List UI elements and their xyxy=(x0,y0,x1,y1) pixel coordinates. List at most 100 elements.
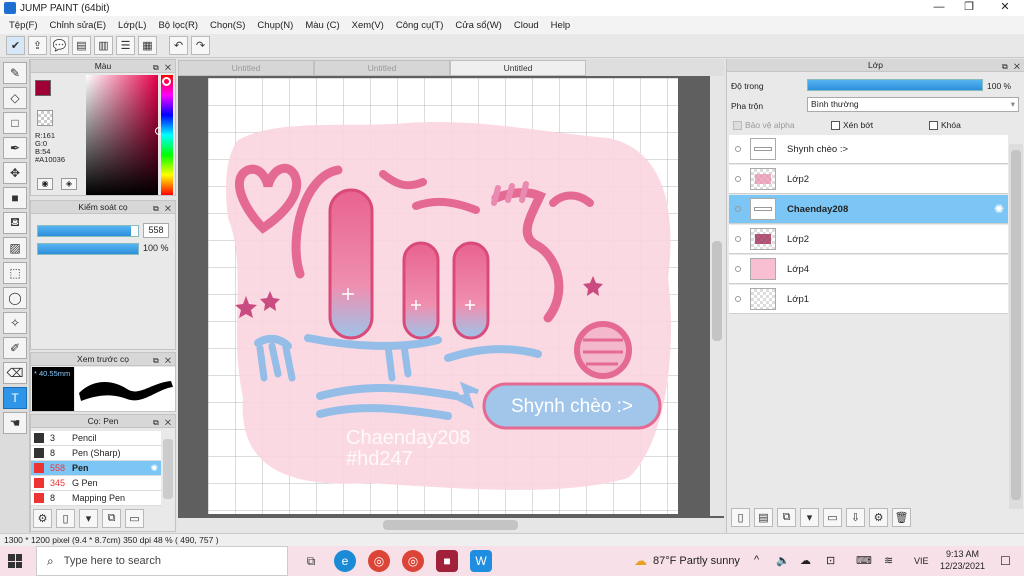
transparent-color-swatch[interactable] xyxy=(37,110,53,126)
game-app-icon[interactable]: ■ xyxy=(436,550,458,572)
layer-row[interactable]: Lớp2 xyxy=(729,225,1008,254)
lasso-tool-icon[interactable]: ◯ xyxy=(3,287,27,309)
move-tool-icon[interactable]: ✥ xyxy=(3,162,27,184)
panel-window-buttons[interactable]: ⧉ ✕ xyxy=(153,354,173,367)
protect-alpha-checkbox[interactable] xyxy=(733,120,742,130)
visibility-eye-icon[interactable] xyxy=(735,146,741,152)
brush-size-value[interactable]: 558 xyxy=(143,223,169,238)
edge-browser-icon[interactable]: e xyxy=(334,550,356,572)
brush-folder-icon[interactable]: ▭ xyxy=(125,509,144,528)
check-icon[interactable]: ✔ xyxy=(6,36,25,55)
brush-tool-icon[interactable]: ✎ xyxy=(3,62,27,84)
menu-layer[interactable]: Lớp(L) xyxy=(112,20,152,31)
chrome-browser-icon[interactable]: ◎ xyxy=(368,550,390,572)
grid-icon[interactable]: ▦ xyxy=(138,36,157,55)
keyboard-icon[interactable]: ⌨ xyxy=(856,554,872,567)
horizontal-scroll-thumb[interactable] xyxy=(383,520,518,530)
panel-window-buttons[interactable]: ⧉ ✕ xyxy=(153,416,173,429)
bucket-tool-icon[interactable]: ⛾ xyxy=(3,212,27,234)
eyedropper-icon[interactable]: ◈ xyxy=(61,178,77,190)
redo-icon[interactable]: ↷ xyxy=(191,36,210,55)
canvas-horizontal-scrollbar[interactable] xyxy=(178,518,724,532)
saturation-value-picker[interactable] xyxy=(86,75,163,195)
menu-select[interactable]: Chọn(S) xyxy=(204,20,251,31)
chevron-up-icon[interactable]: ^ xyxy=(754,554,759,566)
copy-layer-icon[interactable]: ⧉ xyxy=(777,508,796,527)
brush-list-item[interactable]: 8 Mapping Pen xyxy=(31,491,161,506)
visibility-eye-icon[interactable] xyxy=(735,296,741,302)
gear-icon[interactable]: ✺ xyxy=(150,463,158,474)
network-icon[interactable]: ⊡ xyxy=(826,554,835,567)
share-icon[interactable]: ⇪ xyxy=(28,36,47,55)
new-layer-icon[interactable]: ▯ xyxy=(731,508,750,527)
layer-list-scrollbar[interactable] xyxy=(1009,144,1023,509)
language-indicator[interactable]: VIE xyxy=(914,556,929,566)
layer-folder-icon[interactable]: ▭ xyxy=(823,508,842,527)
main-color-swatch[interactable] xyxy=(35,80,51,96)
layer-row[interactable]: Chaenday208 ✺ xyxy=(729,195,1008,224)
list-icon[interactable]: ☰ xyxy=(116,36,135,55)
layer-row[interactable]: Lớp1 xyxy=(729,285,1008,314)
wifi-icon[interactable]: ≋ xyxy=(884,554,893,567)
menu-tools[interactable]: Công cụ(T) xyxy=(390,20,450,31)
vertical-scroll-thumb[interactable] xyxy=(712,241,722,341)
brush-list-item[interactable]: 3 Pencil xyxy=(31,431,161,446)
undo-icon[interactable]: ↶ xyxy=(169,36,188,55)
clock[interactable]: 9:13 AM 12/23/2021 xyxy=(940,548,985,572)
menu-filter[interactable]: Bộ lọc(R) xyxy=(152,20,204,31)
menu-file[interactable]: Tệp(F) xyxy=(3,20,44,31)
new-brush-icon[interactable]: ▯ xyxy=(56,509,75,528)
menu-view[interactable]: Xem(V) xyxy=(346,20,390,31)
new-raster-layer-icon[interactable]: ▤ xyxy=(754,508,773,527)
task-view-icon[interactable]: ⧉ xyxy=(300,550,322,572)
text-tool-icon[interactable]: T xyxy=(3,387,27,409)
select-rect-tool-icon[interactable]: ⬚ xyxy=(3,262,27,284)
visibility-eye-icon[interactable] xyxy=(735,236,741,242)
weather-text[interactable]: 87°F Partly sunny xyxy=(653,555,740,567)
layer-row[interactable]: Lớp2 xyxy=(729,165,1008,194)
lock-checkbox[interactable] xyxy=(929,120,938,130)
layer-row[interactable]: Shynh chèo :> xyxy=(729,135,1008,164)
visibility-eye-icon[interactable] xyxy=(735,176,741,182)
rectangle-tool-icon[interactable]: □ xyxy=(3,112,27,134)
blend-mode-select[interactable]: Bình thường ▾ xyxy=(807,97,1019,112)
delete-layer-icon[interactable]: 🗑 xyxy=(892,508,911,527)
notification-icon[interactable]: ☐ xyxy=(1000,554,1011,568)
hand-tool-icon[interactable]: ☚ xyxy=(3,412,27,434)
jump-paint-taskbar-icon[interactable]: W xyxy=(470,550,492,572)
brush-menu-icon[interactable]: ▾ xyxy=(79,509,98,528)
layer-settings-icon[interactable]: ⚙ xyxy=(869,508,888,527)
hue-cursor[interactable] xyxy=(162,77,171,86)
layer-row[interactable]: Lớp4 xyxy=(729,255,1008,284)
panel-window-buttons[interactable]: ⧉ ✕ xyxy=(1002,60,1022,73)
brush-settings-icon[interactable]: ⚙ xyxy=(33,509,52,528)
menu-cloud[interactable]: Cloud xyxy=(508,20,545,31)
copy-brush-icon[interactable]: ⧉ xyxy=(102,509,121,528)
select-eraser-tool-icon[interactable]: ⌫ xyxy=(3,362,27,384)
chrome-profile-icon[interactable]: ◎ xyxy=(402,550,424,572)
merge-down-icon[interactable]: ⇩ xyxy=(846,508,865,527)
close-button[interactable]: ✕ xyxy=(990,0,1020,16)
clip-checkbox[interactable] xyxy=(831,120,840,130)
drawing-canvas[interactable]: Shynh chèo :> Chaenday208 #hd247 xyxy=(208,78,678,514)
taskbar-search-box[interactable]: ⌕ Type here to search xyxy=(36,546,288,576)
select-pen-tool-icon[interactable]: ✐ xyxy=(3,337,27,359)
tab-untitled-3[interactable]: Untitled xyxy=(450,60,586,76)
hue-slider[interactable] xyxy=(161,75,173,195)
message-icon[interactable]: ▤ xyxy=(72,36,91,55)
visibility-eye-icon[interactable] xyxy=(735,266,741,272)
layer-scroll-thumb[interactable] xyxy=(1011,150,1021,500)
layer-menu-icon[interactable]: ▾ xyxy=(800,508,819,527)
visibility-eye-icon[interactable] xyxy=(735,206,741,212)
menu-help[interactable]: Help xyxy=(545,20,577,31)
minimize-button[interactable]: — xyxy=(924,0,954,16)
panel-window-buttons[interactable]: ⧉ ✕ xyxy=(153,61,173,74)
brush-list-item[interactable]: 8 Pen (Sharp) xyxy=(31,446,161,461)
canvas-area[interactable]: Shynh chèo :> Chaenday208 #hd247 xyxy=(178,76,724,532)
maximize-button[interactable]: ❐ xyxy=(954,0,984,16)
brush-list-item[interactable]: 558 Pen ✺ xyxy=(31,461,161,476)
gear-icon[interactable]: ✺ xyxy=(994,202,1004,216)
magic-wand-tool-icon[interactable]: ✧ xyxy=(3,312,27,334)
speaker-icon[interactable]: 🔈 xyxy=(776,554,790,567)
tab-untitled-1[interactable]: Untitled xyxy=(178,60,314,76)
